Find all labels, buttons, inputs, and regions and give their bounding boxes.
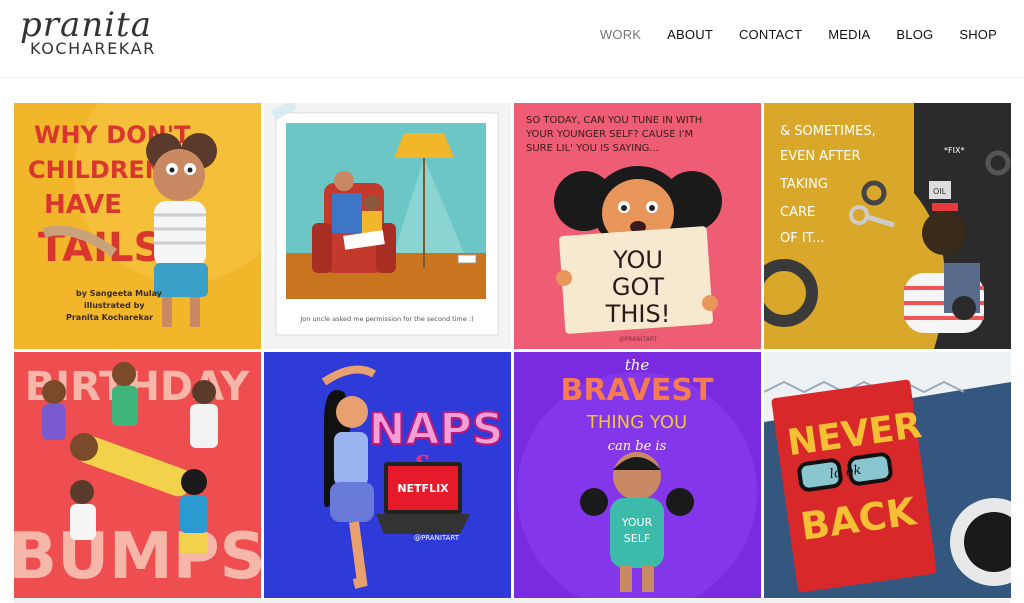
portfolio-tile-you-got-this[interactable]: SO TODAY, CAN YOU TUNE IN WITH YOUR YOUN… <box>514 103 761 349</box>
portfolio-grid: WHY DON'T CHILDREN HAVE TAILS? by Sangee… <box>14 103 1011 598</box>
logo-name: KOCHAREKAR <box>30 39 156 58</box>
next-row-peek <box>14 599 1010 603</box>
nav-media[interactable]: MEDIA <box>828 27 870 42</box>
ygt-handle: @PRANITART <box>619 336 658 343</box>
ygt-sign-3: THIS! <box>605 300 671 328</box>
portfolio-tile-never-look-back[interactable]: NEVER lo ok BACK <box>764 352 1011 598</box>
fix-line-1: & SOMETIMES, <box>780 124 876 139</box>
fix-line-3: TAKING <box>779 177 828 192</box>
portfolio-tile-bravest[interactable]: the BRAVEST THING YOU can be is YOUR SEL… <box>514 352 761 598</box>
tails-title-3: HAVE <box>44 190 122 220</box>
site-logo[interactable]: pranita KOCHAREKAR <box>20 8 170 68</box>
tails-ill: illustrated by <box>84 301 145 310</box>
nav-shop[interactable]: SHOP <box>959 27 997 42</box>
never-look-back-illustration: NEVER lo ok BACK <box>764 352 1011 598</box>
bravest-the: the <box>625 356 650 374</box>
fix-line-5: OF IT... <box>780 231 824 246</box>
portfolio-tile-birthday-bumps[interactable]: BIRTHDAY BUMPS <box>14 352 261 598</box>
bravest-word: BRAVEST <box>561 373 714 408</box>
bravest-canbe: can be is <box>608 439 667 454</box>
tails-by: by Sangeeta Mulay <box>76 289 163 298</box>
naps-word: NAPS <box>369 404 504 455</box>
portfolio-tile-tails[interactable]: WHY DON'T CHILDREN HAVE TAILS? by Sangee… <box>14 103 261 349</box>
tails-illustration: WHY DON'T CHILDREN HAVE TAILS? by Sangee… <box>14 103 261 349</box>
bravest-illustration: the BRAVEST THING YOU can be is YOUR SEL… <box>514 352 761 598</box>
jon-uncle-caption: Jon uncle asked me permission for the se… <box>299 315 473 323</box>
ygt-top-3: SURE LIL' YOU IS SAYING... <box>526 143 659 154</box>
ygt-top-2: YOUR YOUNGER SELF? CAUSE I'M <box>525 129 693 140</box>
jon-uncle-illustration: Jon uncle asked me permission for the se… <box>264 103 511 349</box>
bravest-self: SELF <box>624 532 650 545</box>
fix-line-4: CARE <box>780 205 815 220</box>
ygt-sign-2: GOT <box>612 273 664 301</box>
ygt-top-1: SO TODAY, CAN YOU TUNE IN WITH <box>526 115 702 126</box>
naps-netflix-illustration: NAPS & NETFLIX @PRANITART <box>264 352 511 598</box>
portfolio-tile-jon-uncle[interactable]: Jon uncle asked me permission for the se… <box>264 103 511 349</box>
bumps-bottom: BUMPS <box>14 520 261 594</box>
nav-contact[interactable]: CONTACT <box>739 27 802 42</box>
you-got-this-illustration: SO TODAY, CAN YOU TUNE IN WITH YOUR YOUN… <box>514 103 761 349</box>
bravest-thing: THING YOU <box>586 412 687 433</box>
ygt-sign-1: YOU <box>612 246 663 274</box>
birthday-bumps-illustration: BIRTHDAY BUMPS <box>14 352 261 598</box>
fix-line-2: EVEN AFTER <box>780 149 861 164</box>
portfolio-tile-naps-netflix[interactable]: NAPS & NETFLIX @PRANITART <box>264 352 511 598</box>
tails-title-2: CHILDREN <box>28 156 165 184</box>
site-header: pranita KOCHAREKAR WORK ABOUT CONTACT ME… <box>0 0 1024 78</box>
nav-about[interactable]: ABOUT <box>667 27 713 42</box>
nav-blog[interactable]: BLOG <box>896 27 933 42</box>
tails-author: Pranita Kocharekar <box>66 313 153 322</box>
bravest-your: YOUR <box>621 516 653 529</box>
main-nav: WORK ABOUT CONTACT MEDIA BLOG SHOP <box>574 27 997 42</box>
nav-work[interactable]: WORK <box>600 27 641 42</box>
fix-label: *FIX* <box>944 146 964 155</box>
portfolio-tile-fix[interactable]: & SOMETIMES, EVEN AFTER TAKING CARE OF I… <box>764 103 1011 349</box>
fix-illustration: & SOMETIMES, EVEN AFTER TAKING CARE OF I… <box>764 103 1011 349</box>
naps-handle: @PRANITART <box>414 534 460 542</box>
fix-oil: OIL <box>933 187 947 196</box>
logo-script: pranita <box>20 5 152 45</box>
naps-netflix-logo: NETFLIX <box>397 482 449 495</box>
